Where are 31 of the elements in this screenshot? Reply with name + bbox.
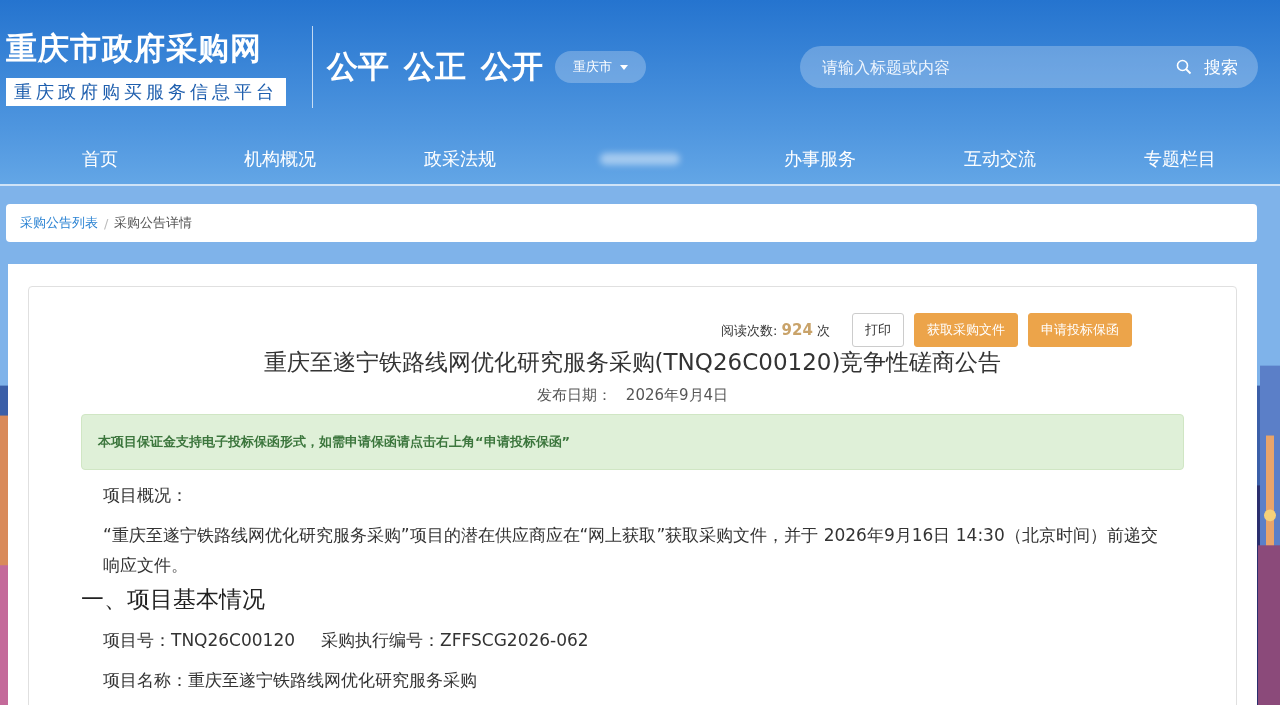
action-button[interactable]: 获取采购文件: [914, 313, 1018, 347]
article-title: 重庆至遂宁铁路线网优化研究服务采购(TNQ26C00120)竞争性磋商公告: [262, 348, 1003, 377]
search-icon: [1176, 59, 1192, 75]
separator: /: [104, 215, 109, 231]
site-subtitle: 重庆政府购买服务信息平台: [6, 78, 286, 106]
paragraph: “重庆至遂宁铁路线网优化研究服务采购”项目的潜在供应商应在“网上获取”获取采购文件，并于 2026年9月16日 14:30（北京时间）前递交响应文件。: [103, 524, 1159, 577]
notice-banner: 本项目保证金支持电子投标保函形式，如需申请保函请点击右上角“申请投标保函”: [81, 414, 1184, 470]
breadcrumb-link[interactable]: 采购公告列表: [20, 214, 98, 232]
field-text: 采购执行编号：ZFFSCG2026-062: [321, 629, 589, 652]
nav-link[interactable]: 机构概况: [220, 147, 340, 171]
field-text: 项目号：TNQ26C00120: [103, 629, 296, 652]
action-button[interactable]: 打印: [852, 313, 904, 347]
nav-link[interactable]: 政采法规: [400, 147, 520, 171]
slogan: 公平 公正 公开: [327, 47, 543, 86]
search-field[interactable]: 请输入标题或内容 搜索: [800, 46, 1258, 88]
date-value: 2026年9月4日: [625, 386, 729, 405]
region-select[interactable]: 重庆市: [554, 51, 646, 83]
nav-link[interactable]: 专题栏目: [1120, 147, 1240, 171]
nav-link[interactable]: 办事服务: [760, 147, 880, 171]
caret-icon: [619, 64, 628, 70]
paragraph: 项目名称：重庆至遂宁铁路线网优化研究服务采购: [103, 669, 478, 692]
nav-link[interactable]: 互动交流: [940, 147, 1060, 171]
date-label: 发布日期：: [536, 386, 612, 405]
site-title[interactable]: 重庆市政府采购网: [6, 28, 262, 70]
search-button[interactable]: 搜索: [1170, 54, 1244, 80]
view-count: 阅读次数: 924 次: [721, 320, 830, 340]
paragraph: 项目概况：: [103, 484, 189, 507]
nav-link[interactable]: 首页: [40, 147, 160, 171]
breadcrumb-current: 采购公告详情: [114, 214, 193, 232]
section-heading: 一、项目基本情况: [81, 585, 266, 614]
action-button[interactable]: 申请投标保函: [1028, 313, 1132, 347]
